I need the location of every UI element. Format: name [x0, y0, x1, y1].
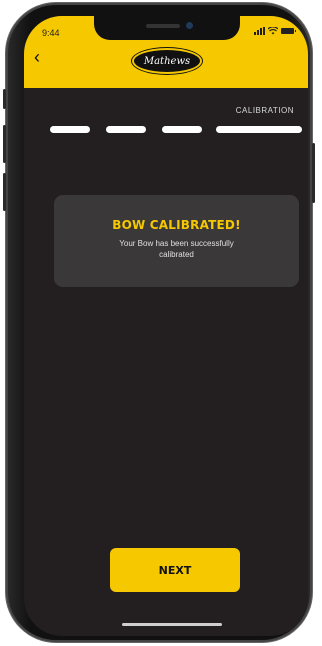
step-indicator-4 — [216, 126, 302, 133]
status-time: 9:44 — [42, 28, 60, 38]
step-progress-bar — [50, 126, 302, 134]
success-message: Your Bow has been successfully calibrate… — [119, 239, 234, 259]
signal-icon — [254, 27, 265, 35]
phone-power-button — [312, 143, 315, 203]
notch — [94, 16, 240, 40]
phone-volume-up-button — [3, 125, 6, 163]
current-step-label: CALIBRATION — [235, 106, 294, 115]
step-indicator-1 — [50, 126, 90, 133]
wifi-icon — [268, 27, 278, 35]
status-icons — [254, 27, 296, 35]
next-button[interactable]: NEXT — [110, 548, 240, 592]
phone-volume-down-button — [3, 173, 6, 211]
phone-side-button — [3, 89, 6, 109]
step-indicator-2 — [106, 126, 146, 133]
success-card: BOW CALIBRATED! Your Bow has been succes… — [54, 195, 299, 287]
app-screen: 9:44 ‹ Mathews CALIBRATION BOW CALIBRATE… — [24, 16, 308, 636]
front-camera — [186, 22, 193, 29]
mathews-logo: Mathews — [134, 50, 200, 72]
step-indicator-3 — [162, 126, 202, 133]
back-button[interactable]: ‹ — [34, 48, 40, 66]
speaker-grille — [146, 24, 180, 28]
battery-icon — [281, 28, 296, 34]
success-title: BOW CALIBRATED! — [112, 218, 241, 232]
home-indicator — [122, 623, 222, 626]
app-header: 9:44 ‹ Mathews — [24, 16, 308, 88]
phone-frame: 9:44 ‹ Mathews CALIBRATION BOW CALIBRATE… — [3, 3, 315, 642]
logo-text: Mathews — [143, 55, 191, 67]
